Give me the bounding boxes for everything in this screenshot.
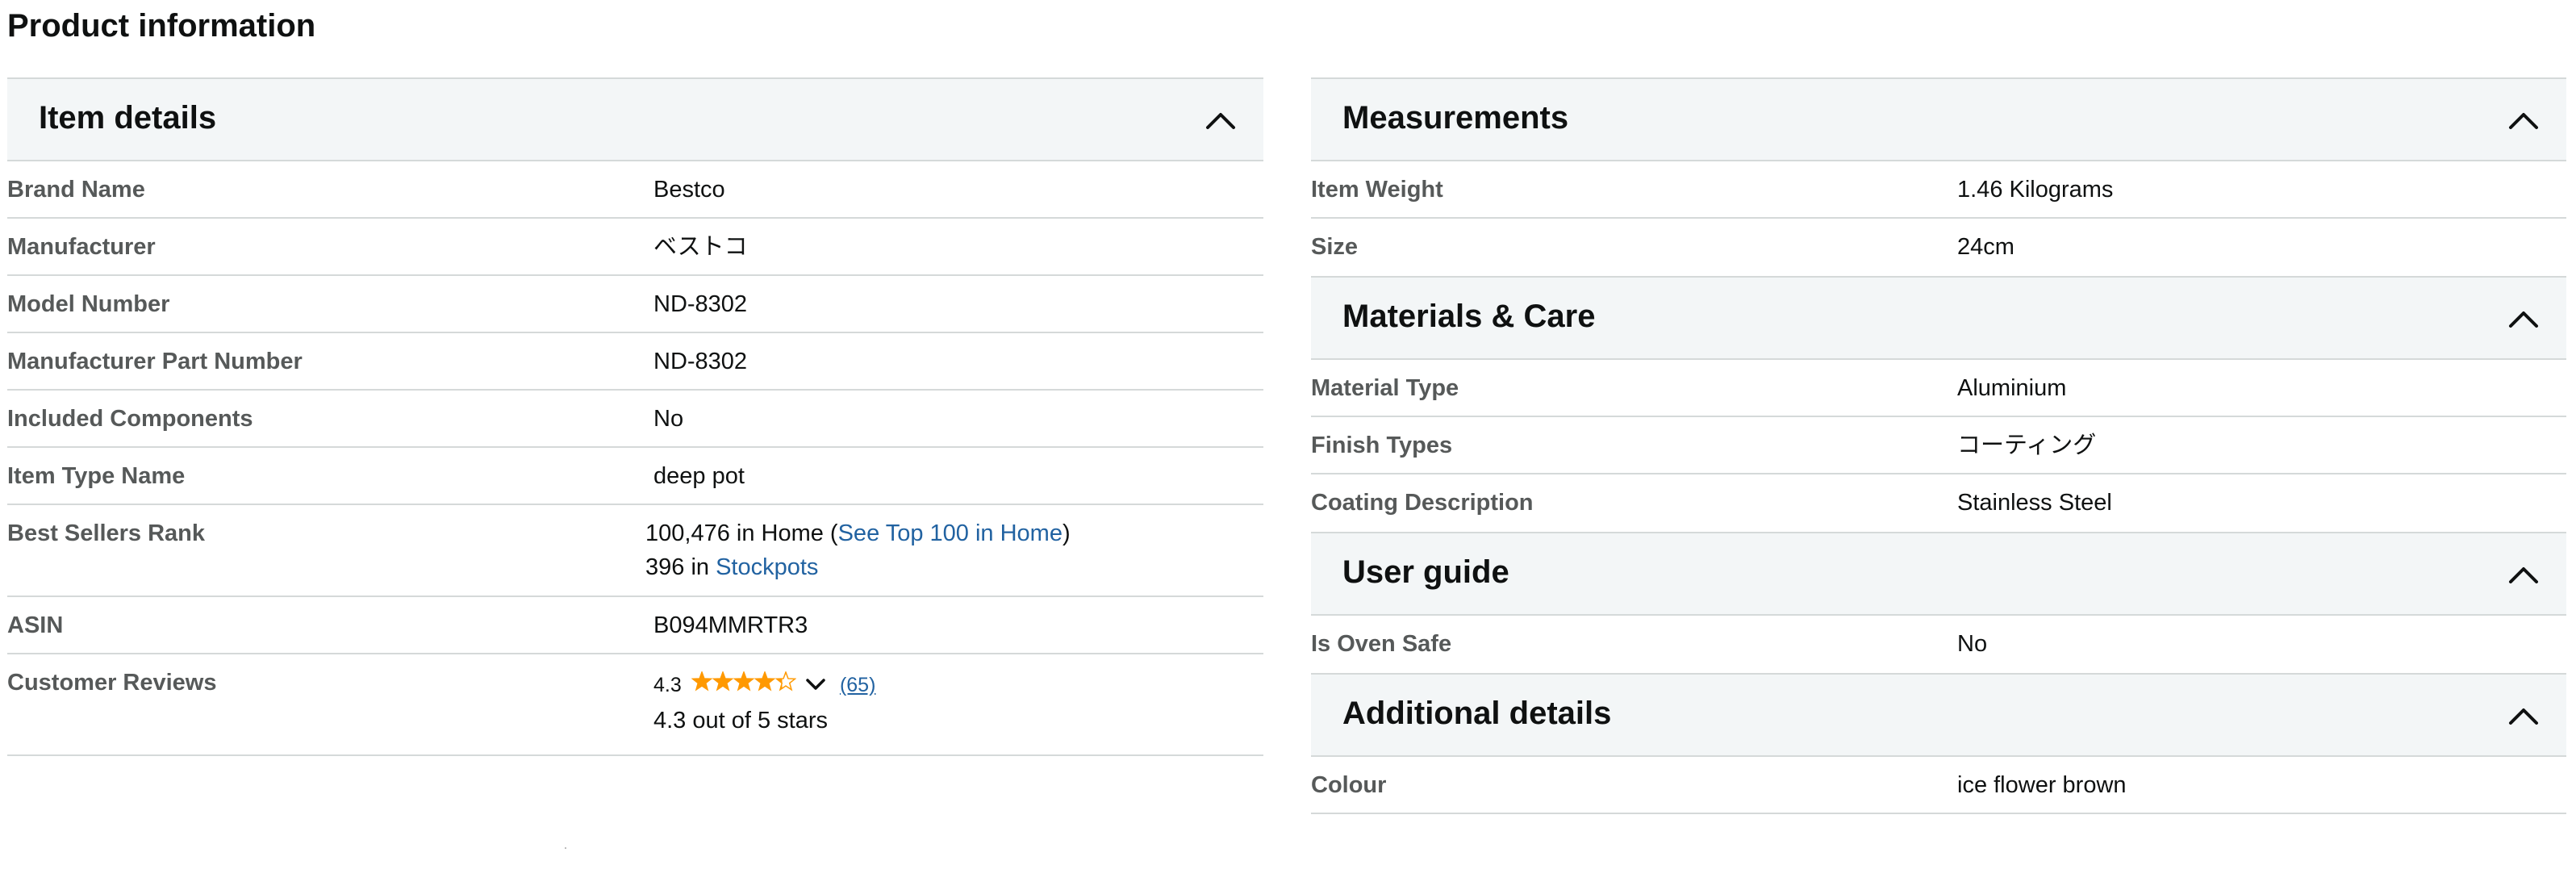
additional-details-header[interactable]: Additional details (1311, 673, 2566, 757)
detail-label: Size (1311, 234, 1359, 260)
detail-row: ASIN B094MMRTR3 (7, 597, 1263, 654)
detail-value: No (653, 406, 684, 432)
measurements-title: Measurements (1342, 100, 1569, 136)
materials-care-header[interactable]: Materials & Care (1311, 276, 2566, 360)
measurements-header[interactable]: Measurements (1311, 77, 2566, 161)
detail-row: Manufacturer ベストコ (7, 219, 1263, 276)
star-icon (712, 671, 734, 692)
detail-label: Customer Reviews (7, 670, 217, 696)
detail-row: Is Oven Safe No (1311, 616, 2566, 673)
detail-row: Material Type Aluminium (1311, 360, 2566, 417)
detail-value: ND-8302 (653, 291, 748, 317)
rank-text: 100,476 in Home ( (645, 520, 838, 546)
detail-row: Colour ice flower brown (1311, 757, 2566, 814)
detail-label: Item Weight (1311, 177, 1443, 203)
detail-label: ASIN (7, 612, 64, 638)
see-top-100-link[interactable]: See Top 100 in Home (838, 520, 1063, 546)
detail-row: Size 24cm (1311, 219, 2566, 276)
right-column: Measurements Item Weight 1.46 Kilograms … (1311, 77, 2566, 814)
detail-row: Included Components No (7, 391, 1263, 448)
asin-value: B094MMRTR3 (653, 612, 808, 638)
chevron-up-icon[interactable] (2508, 307, 2539, 331)
detail-row: Coating Description Stainless Steel (1311, 474, 2566, 532)
detail-label: Best Sellers Rank (7, 520, 206, 546)
rank-text-suffix: ) (1062, 520, 1071, 546)
rank-line-home: 100,476 in Home (See Top 100 in Home) (645, 516, 1263, 550)
detail-label: Coating Description (1311, 490, 1534, 516)
chevron-up-icon[interactable] (2508, 704, 2539, 728)
detail-value: ND-8302 (653, 349, 748, 374)
chevron-down-icon[interactable] (804, 667, 827, 704)
detail-label: Included Components (7, 406, 253, 432)
star-icon (691, 671, 713, 692)
detail-label: Finish Types (1311, 433, 1453, 458)
detail-label: Material Type (1311, 375, 1459, 401)
detail-label: Manufacturer Part Number (7, 349, 303, 374)
chevron-up-icon[interactable] (2508, 562, 2539, 587)
detail-value: No (1957, 631, 1988, 657)
additional-details-title: Additional details (1342, 696, 1612, 731)
page-title: Product information (7, 8, 316, 44)
detail-value: ベストコ (653, 234, 748, 260)
detail-row: Model Number ND-8302 (7, 276, 1263, 333)
user-guide-title: User guide (1342, 554, 1509, 590)
detail-row: Item Weight 1.46 Kilograms (1311, 161, 2566, 219)
customer-reviews-value: 4.3 (65) 4.3 out of 5 stars (653, 654, 1263, 754)
product-information-page: Product information Item details Brand N… (0, 0, 2576, 886)
detail-row: Brand Name Bestco (7, 161, 1263, 219)
rank-line-stockpots: 396 in Stockpots (645, 550, 1263, 584)
materials-care-title: Materials & Care (1342, 299, 1596, 334)
detail-label: Manufacturer (7, 234, 156, 260)
detail-label: Is Oven Safe (1311, 631, 1452, 657)
rank-text: 396 in (645, 554, 716, 580)
star-rating-icon[interactable] (691, 667, 797, 704)
rating-number: 4.3 (653, 674, 682, 696)
chevron-up-icon[interactable] (1205, 108, 1236, 132)
star-icon (754, 671, 776, 692)
detail-value: 24cm (1957, 234, 2014, 260)
detail-row: Finish Types コーティング (1311, 417, 2566, 474)
detail-value: ice flower brown (1957, 772, 2127, 798)
chevron-up-icon[interactable] (2508, 108, 2539, 132)
rating-line: 4.3 (65) (653, 666, 1263, 704)
item-details-section: Item details Brand Name Bestco Manufactu… (7, 77, 1263, 756)
detail-value: Bestco (653, 177, 725, 203)
detail-row: Manufacturer Part Number ND-8302 (7, 333, 1263, 391)
detail-value: 1.46 Kilograms (1957, 177, 2114, 203)
detail-label: Model Number (7, 291, 170, 317)
detail-label: Item Type Name (7, 463, 186, 489)
star-icon (774, 671, 797, 692)
detail-value: Aluminium (1957, 375, 2067, 401)
detail-label: Brand Name (7, 177, 145, 203)
star-icon (733, 671, 755, 692)
item-details-header[interactable]: Item details (7, 77, 1263, 161)
stockpots-link[interactable]: Stockpots (716, 554, 818, 580)
user-guide-header[interactable]: User guide (1311, 532, 2566, 616)
best-sellers-rank-row: Best Sellers Rank 100,476 in Home (See T… (7, 505, 1263, 597)
detail-value: Stainless Steel (1957, 490, 2112, 516)
detail-value: deep pot (653, 463, 745, 489)
detail-label: Colour (1311, 772, 1387, 798)
detail-row: Item Type Name deep pot (7, 448, 1263, 505)
item-details-title: Item details (39, 100, 217, 136)
reviews-count-link[interactable]: (65) (840, 674, 875, 696)
stray-dot (565, 847, 566, 849)
rating-summary: 4.3 out of 5 stars (653, 708, 829, 734)
best-sellers-rank-value: 100,476 in Home (See Top 100 in Home) 39… (645, 505, 1263, 596)
detail-value: コーティング (1957, 433, 2097, 458)
customer-reviews-row: Customer Reviews 4.3 (65) 4.3 out of 5 s… (7, 654, 1263, 756)
